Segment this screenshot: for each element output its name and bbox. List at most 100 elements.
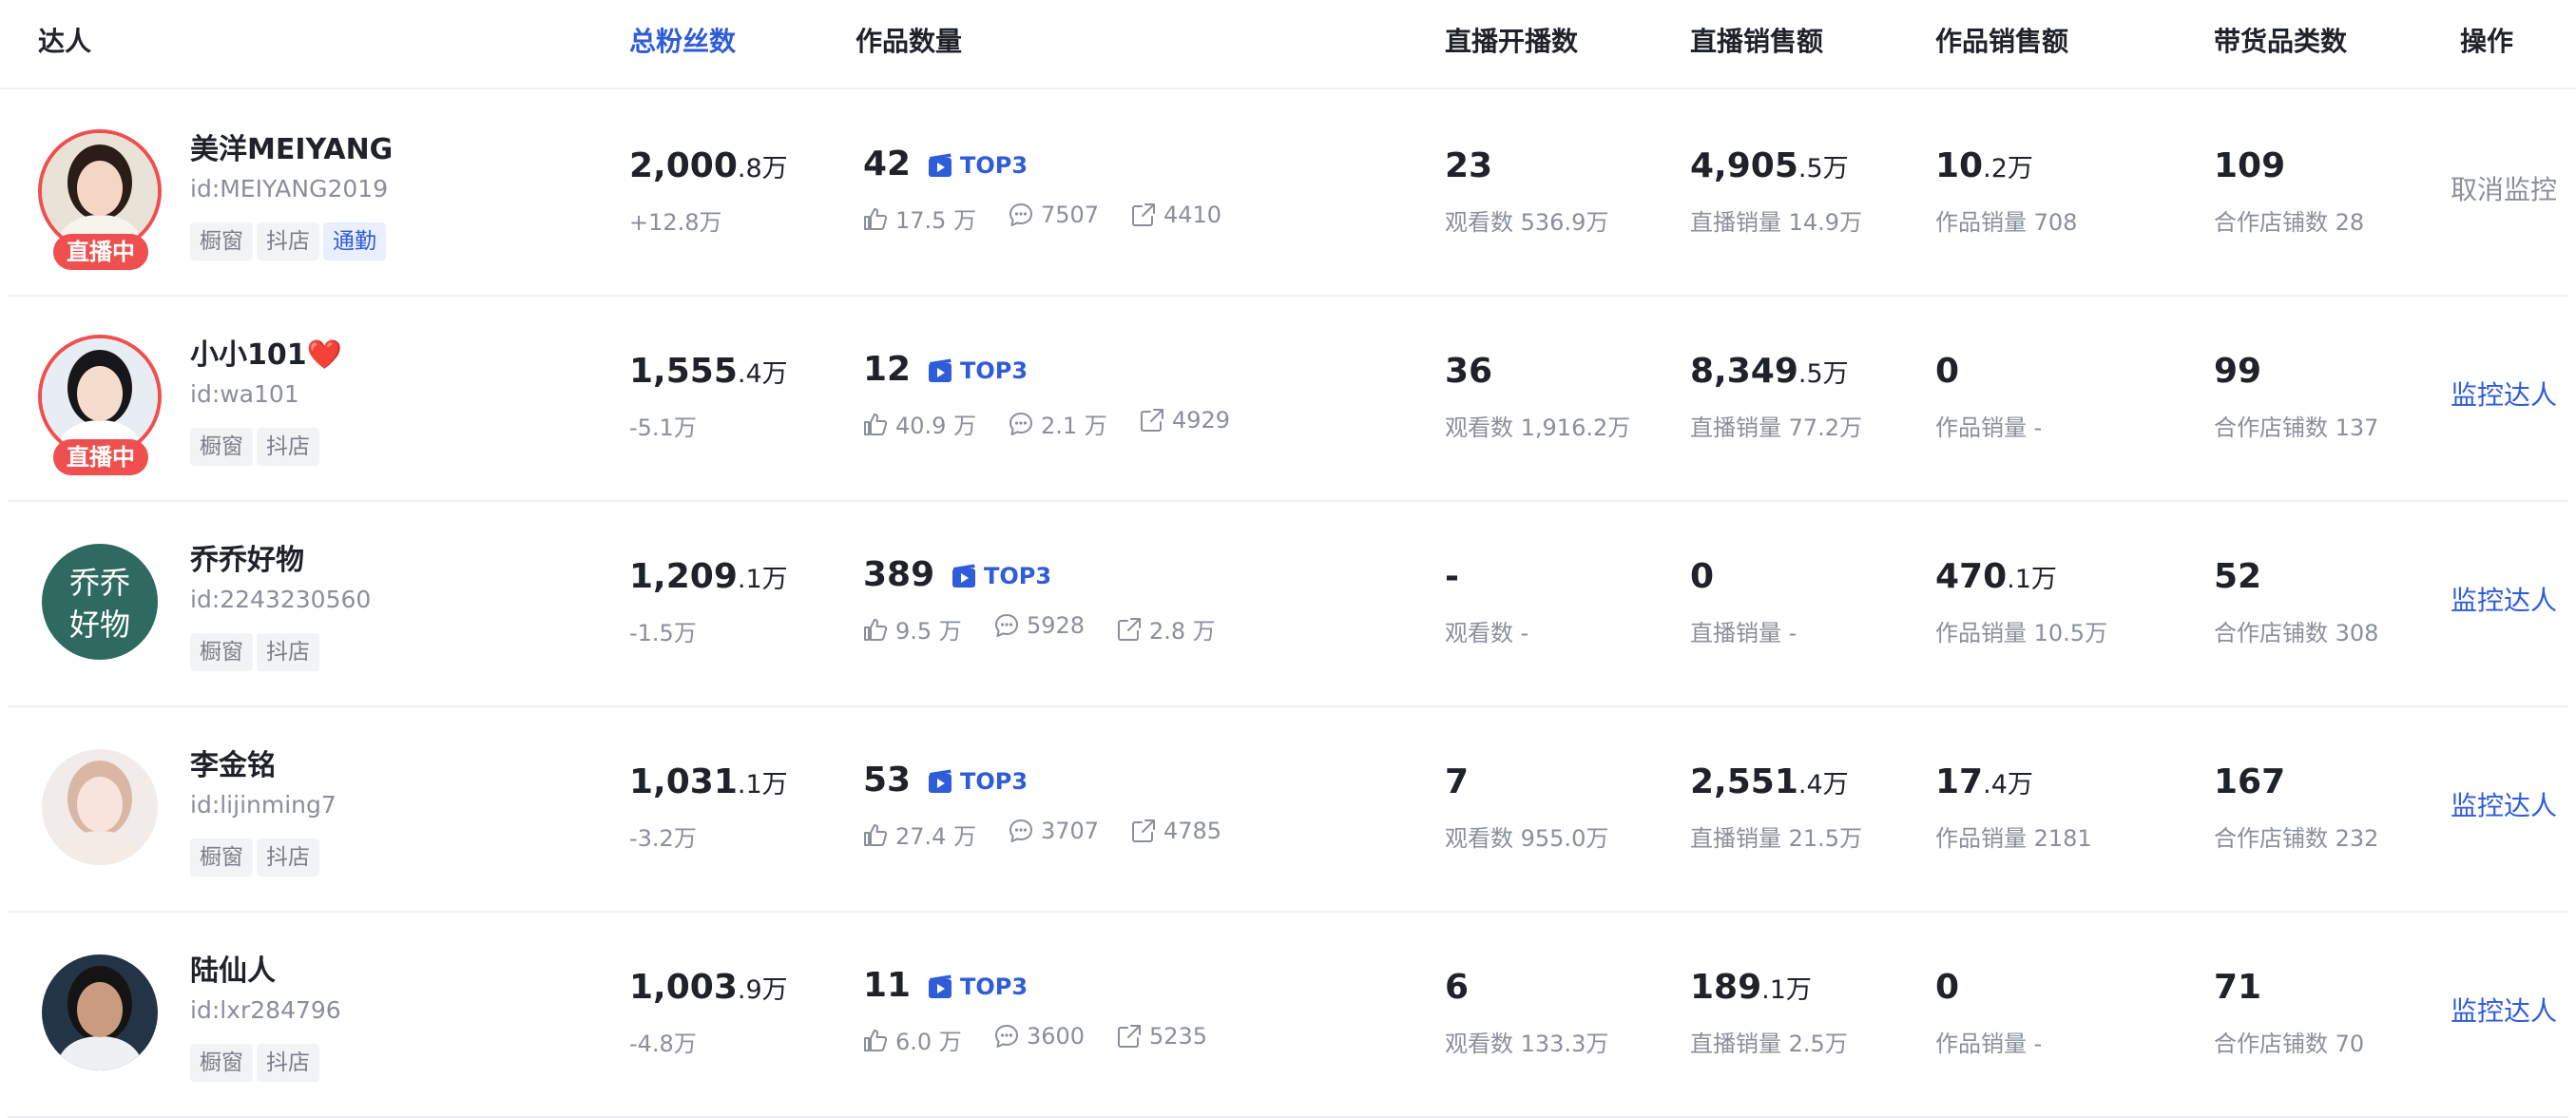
header-works[interactable]: 作品数量 bbox=[855, 21, 962, 59]
shares-stat: 5235 bbox=[1117, 1023, 1207, 1050]
likes-value: 40.9 万 bbox=[895, 413, 977, 439]
shop-count: 合作店铺数 308 bbox=[2214, 620, 2379, 646]
live-sales: 2,551.4万 bbox=[1690, 762, 1849, 801]
avatar[interactable]: 乔乔 好物 bbox=[42, 544, 158, 660]
shares-value: 4785 bbox=[1163, 818, 1222, 844]
table-row: 李金铭 id:lijinming7 橱窗 抖店 1,031.1万 -3.2万 53… bbox=[8, 705, 2568, 913]
avatar-face bbox=[77, 777, 123, 832]
live-volume: 直播销量 - bbox=[1690, 620, 1797, 646]
header-fans[interactable]: 总粉丝数 bbox=[629, 21, 736, 59]
work-sales: 0 bbox=[1935, 968, 1960, 1007]
table-row: 乔乔 好物 乔乔好物 id:2243230560 橱窗 抖店 1,209.1万 -1… bbox=[8, 500, 2568, 707]
share-arrow-icon bbox=[1132, 819, 1155, 842]
top3-link[interactable]: TOP3 bbox=[928, 357, 1028, 384]
likes-value: 9.5 万 bbox=[895, 618, 962, 645]
live-views: 观看数 1,916.2万 bbox=[1445, 414, 1631, 441]
category-count: 109 bbox=[2214, 146, 2286, 185]
shares-value: 2.8 万 bbox=[1149, 618, 1216, 645]
talent-name[interactable]: 李金铭 bbox=[190, 742, 276, 783]
monitor-button[interactable]: 监控达人 bbox=[2451, 991, 2557, 1029]
live-volume: 直播销量 21.5万 bbox=[1690, 825, 1863, 852]
shop-count: 合作店铺数 70 bbox=[2214, 1031, 2365, 1057]
video-clip-icon bbox=[929, 769, 952, 793]
comments-value: 3600 bbox=[1027, 1023, 1086, 1050]
category-count: 71 bbox=[2214, 968, 2262, 1007]
avatar-wrap[interactable] bbox=[38, 745, 162, 869]
shop-count: 合作店铺数 232 bbox=[2214, 825, 2379, 852]
tag: 橱窗 bbox=[190, 428, 253, 466]
share-arrow-icon bbox=[1141, 409, 1163, 432]
talent-name[interactable]: 美洋MEIYANG bbox=[190, 125, 393, 167]
work-volume: 作品销量 - bbox=[1935, 1031, 2043, 1057]
comments-value: 5928 bbox=[1027, 612, 1086, 639]
work-volume: 作品销量 708 bbox=[1935, 209, 2078, 236]
top3-link[interactable]: TOP3 bbox=[952, 563, 1051, 589]
avatar[interactable] bbox=[42, 133, 158, 249]
work-volume: 作品销量 10.5万 bbox=[1935, 620, 2108, 646]
avatar-wrap[interactable]: 直播中 bbox=[38, 335, 162, 475]
header-work-sales[interactable]: 作品销售额 bbox=[1935, 21, 2068, 59]
comments-stat: 7507 bbox=[1009, 202, 1099, 228]
header-talent[interactable]: 达人 bbox=[38, 21, 91, 59]
talent-name[interactable]: 小小101❤️ bbox=[190, 331, 342, 373]
fans-change: -5.1万 bbox=[629, 414, 697, 441]
video-clip-icon bbox=[929, 974, 952, 998]
table-row: 陆仙人 id:lxr284796 橱窗 抖店 1,003.9万 -4.8万 11 … bbox=[8, 911, 2568, 1118]
tag: 抖店 bbox=[257, 838, 319, 877]
tag: 橱窗 bbox=[190, 222, 253, 260]
likes-stat: 17.5 万 bbox=[863, 202, 976, 235]
monitor-button[interactable]: 取消监控 bbox=[2451, 169, 2557, 207]
monitor-button[interactable]: 监控达人 bbox=[2451, 580, 2557, 618]
fans-change: -4.8万 bbox=[629, 1031, 697, 1057]
live-volume: 直播销量 77.2万 bbox=[1690, 414, 1863, 441]
share-arrow-icon bbox=[1118, 617, 1141, 641]
comment-bubble-icon bbox=[1009, 412, 1032, 435]
avatar-face bbox=[77, 161, 123, 216]
monitor-button[interactable]: 监控达人 bbox=[2451, 375, 2557, 413]
live-count: 23 bbox=[1445, 146, 1493, 185]
comment-bubble-icon bbox=[1009, 203, 1032, 226]
tag: 抖店 bbox=[257, 428, 319, 466]
fans-total: 1,031.1万 bbox=[629, 762, 788, 801]
avatar-wrap[interactable]: 直播中 bbox=[38, 129, 162, 270]
talent-name[interactable]: 乔乔好物 bbox=[190, 536, 304, 578]
likes-stat: 40.9 万 bbox=[863, 407, 976, 440]
top3-link[interactable]: TOP3 bbox=[928, 973, 1028, 1000]
header-categories[interactable]: 带货品类数 bbox=[2214, 21, 2347, 59]
live-badge[interactable]: 直播中 bbox=[53, 234, 148, 270]
works-count: 42 bbox=[863, 145, 912, 183]
monitor-button[interactable]: 监控达人 bbox=[2451, 785, 2557, 823]
category-count: 99 bbox=[2214, 352, 2262, 391]
top3-link[interactable]: TOP3 bbox=[928, 152, 1028, 179]
category-count: 167 bbox=[2214, 762, 2286, 801]
thumb-up-icon bbox=[864, 1029, 888, 1051]
top3-link[interactable]: TOP3 bbox=[928, 768, 1028, 795]
comments-stat: 5928 bbox=[994, 612, 1085, 639]
avatar-wrap[interactable] bbox=[38, 951, 162, 1074]
avatar-face bbox=[77, 366, 123, 421]
header-live-sales[interactable]: 直播销售额 bbox=[1690, 21, 1823, 59]
avatar-wrap[interactable]: 乔乔 好物 bbox=[38, 540, 162, 664]
avatar[interactable] bbox=[42, 338, 158, 454]
fans-change: -1.5万 bbox=[629, 620, 697, 646]
talent-name[interactable]: 陆仙人 bbox=[190, 947, 276, 989]
live-badge[interactable]: 直播中 bbox=[53, 439, 148, 475]
live-count: - bbox=[1445, 557, 1459, 596]
live-count: 36 bbox=[1445, 352, 1493, 391]
likes-stat: 9.5 万 bbox=[863, 612, 962, 646]
likes-value: 6.0 万 bbox=[895, 1029, 962, 1055]
tag: 抖店 bbox=[257, 633, 319, 671]
thumb-up-icon bbox=[864, 618, 888, 641]
avatar-text-line: 好物 bbox=[69, 607, 130, 643]
avatar[interactable] bbox=[42, 954, 158, 1070]
avatar[interactable] bbox=[42, 749, 158, 865]
shares-value: 4410 bbox=[1163, 202, 1222, 228]
avatar-face bbox=[77, 982, 123, 1037]
comments-value: 7507 bbox=[1041, 202, 1100, 228]
avatar-image bbox=[42, 954, 158, 1070]
header-live-count[interactable]: 直播开播数 bbox=[1445, 21, 1578, 59]
comment-bubble-icon bbox=[995, 1025, 1018, 1048]
top3-label: TOP3 bbox=[960, 357, 1028, 384]
live-volume: 直播销量 14.9万 bbox=[1690, 209, 1863, 236]
likes-stat: 6.0 万 bbox=[863, 1023, 962, 1056]
